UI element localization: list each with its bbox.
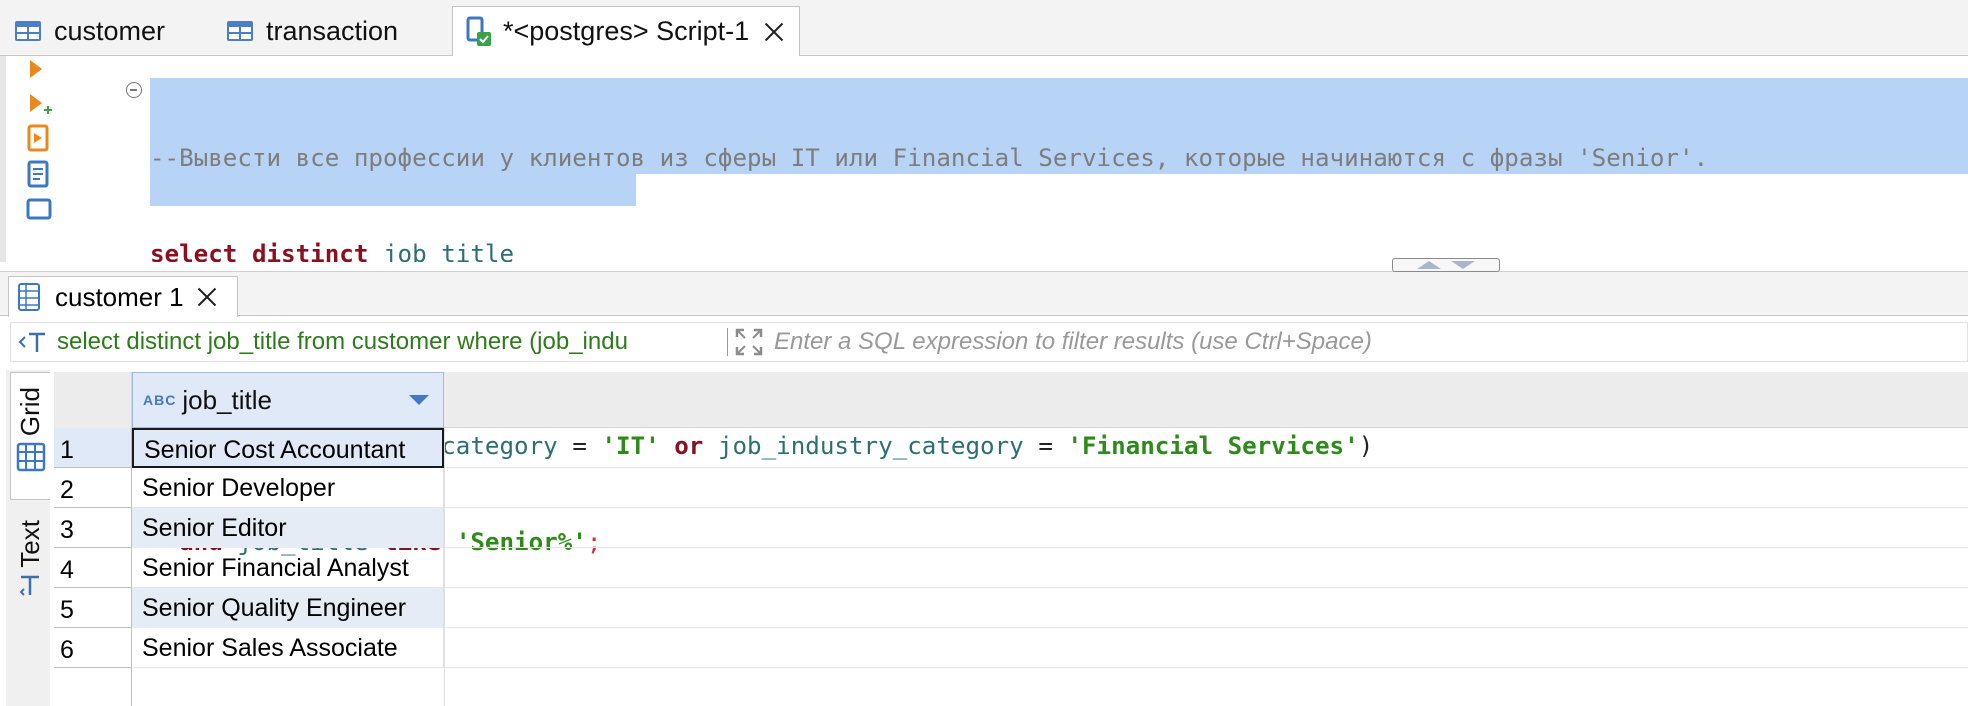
column-menu-icon[interactable]	[409, 395, 429, 405]
tab-label: *<postgres> Script-1	[503, 16, 750, 46]
execute-statement-icon[interactable]	[24, 56, 54, 86]
tab-customer[interactable]: customer	[14, 6, 165, 56]
sql-comment: --Вывести все профессии у клиентов из сф…	[150, 144, 1709, 172]
expand-icon[interactable]	[734, 327, 764, 357]
table-row[interactable]: 4 Senior Financial Analyst	[54, 548, 1968, 588]
tab-text[interactable]: Text	[10, 520, 50, 640]
row-number[interactable]: 2	[54, 468, 132, 508]
code-line-1: --Вывести все профессии у клиентов из сф…	[150, 142, 1708, 174]
results-grid[interactable]: ABC job_title 1 Senior Cost Accountant 2…	[54, 372, 1968, 706]
table-cell[interactable]: Senior Quality Engineer	[132, 588, 444, 628]
close-icon[interactable]	[763, 21, 785, 43]
divider	[727, 328, 728, 356]
column-header-job-title[interactable]: ABC job_title	[132, 372, 444, 428]
tab-grid[interactable]: Grid	[10, 372, 50, 500]
editor-tab-bar: customer transaction *<postgres> Script-…	[0, 0, 1968, 56]
row-number-header[interactable]	[54, 372, 132, 428]
executed-query-text: select distinct job_title from customer …	[57, 328, 628, 355]
grid-icon	[16, 442, 46, 477]
sql-script-icon	[465, 16, 493, 48]
table-row[interactable]: 2 Senior Developer	[54, 468, 1968, 508]
execute-script-icon[interactable]	[24, 124, 54, 154]
table-cell[interactable]: Senior Sales Associate	[132, 628, 444, 668]
splitter-handle-icon[interactable]	[1392, 258, 1500, 272]
tab-results-customer-1[interactable]: customer 1	[8, 276, 238, 317]
row-number[interactable]: 1	[54, 428, 132, 468]
column-divider	[444, 428, 445, 706]
table-row[interactable]: 6 Senior Sales Associate	[54, 628, 1968, 668]
execute-new-tab-icon[interactable]	[24, 90, 54, 120]
close-icon[interactable]	[196, 286, 218, 308]
results-tab-bar: customer 1	[0, 272, 1968, 317]
tab-label: customer	[54, 15, 166, 46]
table-cell[interactable]: Senior Developer	[132, 468, 444, 508]
tab-label: transaction	[266, 15, 399, 46]
filter-bar: select distinct job_title from customer …	[10, 322, 1968, 362]
text-view-icon	[17, 572, 43, 603]
table-cell[interactable]: Senior Cost Accountant	[132, 428, 444, 468]
tab-script-1[interactable]: *<postgres> Script-1	[452, 6, 801, 56]
grid-results-icon	[17, 282, 43, 312]
table-row[interactable]: 1 Senior Cost Accountant	[54, 428, 1968, 468]
script-icon[interactable]	[24, 160, 54, 190]
sql-editor[interactable]: --Вывести все профессии у клиентов из сф…	[0, 56, 1968, 556]
fold-toggle-icon[interactable]	[126, 82, 142, 98]
table-cell[interactable]: Senior Financial Analyst	[132, 548, 444, 588]
column-header-label: job_title	[182, 384, 272, 415]
empty-row-number	[54, 668, 132, 706]
table-row[interactable]: 3 Senior Editor	[54, 508, 1968, 548]
text-type-icon: ABC	[143, 392, 177, 408]
panel-splitter[interactable]	[0, 262, 1968, 272]
tab-text-label: Text	[14, 520, 45, 568]
tab-grid-label: Grid	[15, 387, 45, 437]
filter-input[interactable]: Enter a SQL expression to filter results…	[774, 328, 1372, 356]
sql-text-icon[interactable]	[17, 327, 53, 357]
row-number[interactable]: 6	[54, 628, 132, 668]
terminal-icon[interactable]	[24, 196, 54, 226]
table-icon	[226, 19, 256, 43]
tab-transaction[interactable]: transaction	[226, 6, 398, 56]
row-number[interactable]: 4	[54, 548, 132, 588]
table-cell[interactable]: Senior Editor	[132, 508, 444, 548]
results-tab-label: customer 1	[55, 281, 184, 312]
editor-toolbar	[24, 56, 64, 268]
row-number[interactable]: 3	[54, 508, 132, 548]
table-row[interactable]: 5 Senior Quality Engineer	[54, 588, 1968, 628]
row-number[interactable]: 5	[54, 588, 132, 628]
table-icon	[14, 19, 44, 43]
result-view-switcher: Grid Text	[6, 370, 50, 706]
